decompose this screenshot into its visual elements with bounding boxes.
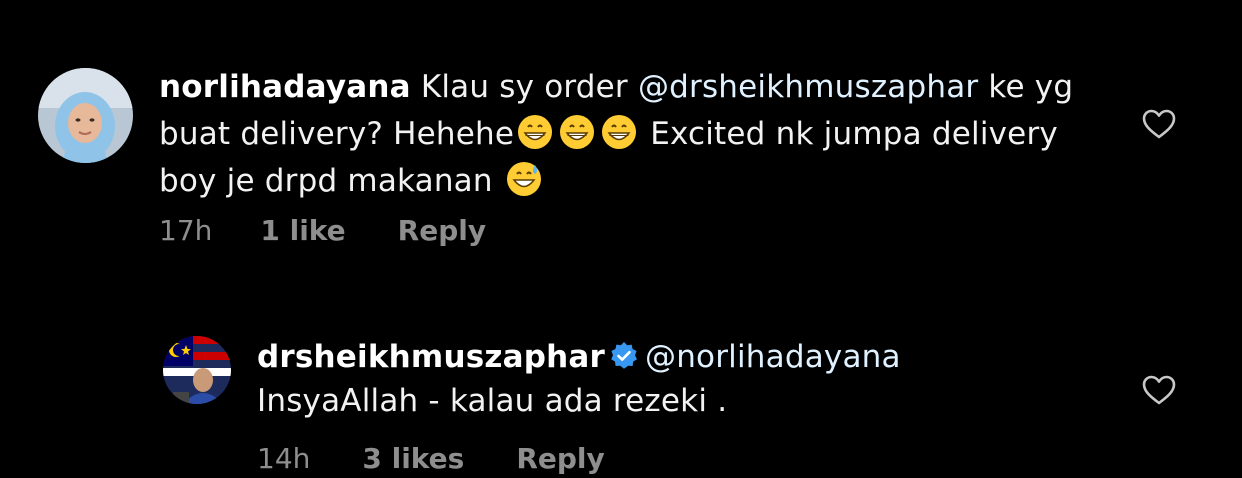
likes-count[interactable]: 3 likes [362,442,464,475]
reply-button[interactable]: Reply [398,214,486,247]
avatar[interactable] [38,68,133,163]
avatar[interactable] [163,336,231,404]
grinning-sweat-emoji [506,162,541,196]
grinning-face-emoji [560,115,595,149]
comment-time: 17h [159,214,213,247]
heart-outline-icon[interactable] [1141,374,1177,406]
comment-username[interactable]: norlihadayana [159,69,411,105]
reply-body: InsyaAllah - kalau ada rezeki . [257,383,728,419]
reply-time: 14h [257,442,311,475]
comment-body-start: Klau sy order [420,69,638,105]
reply-meta: 14h 3 likes Reply [257,442,605,475]
comment-text: norlihadayana Klau sy order @drsheikhmus… [159,64,1089,205]
mention-link[interactable]: @drsheikhmuszaphar [638,69,978,105]
comment-meta: 17h 1 like Reply [159,214,486,247]
grinning-face-emoji [602,115,637,149]
mention-link[interactable]: @norlihadayana [645,339,901,375]
heart-outline-icon[interactable] [1141,108,1177,140]
grinning-face-emoji [518,115,553,149]
verified-badge-icon [611,342,637,369]
comment: norlihadayana Klau sy order @drsheikhmus… [0,0,1242,270]
reply-text: drsheikhmuszaphar @norlihadayana InsyaAll… [257,335,1157,423]
reply-button[interactable]: Reply [516,442,604,475]
reply-username[interactable]: drsheikhmuszaphar [257,339,605,375]
likes-count[interactable]: 1 like [260,214,345,247]
